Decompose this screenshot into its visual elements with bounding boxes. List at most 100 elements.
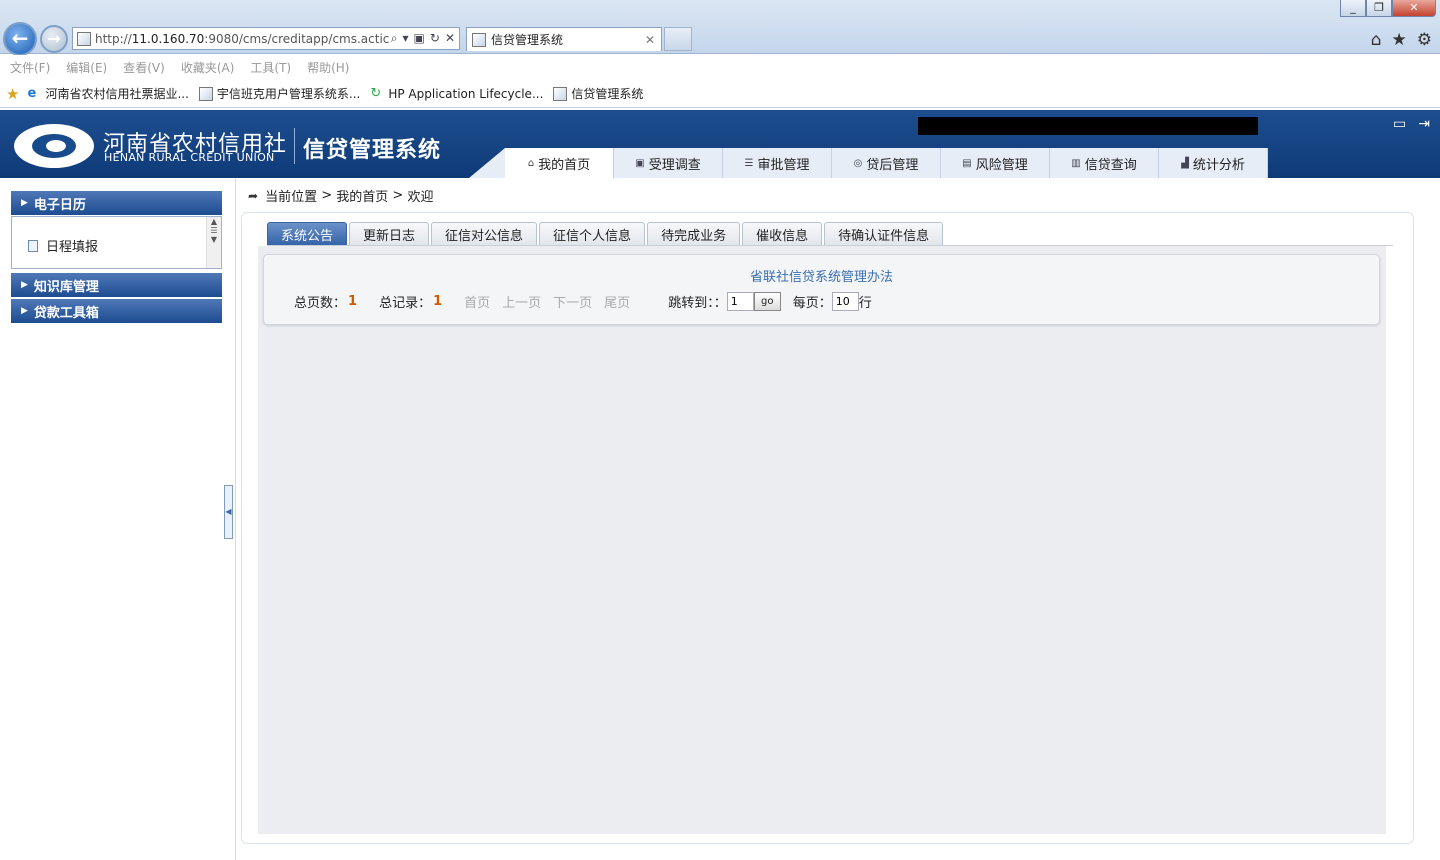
prev-page-link[interactable]: 上一页	[502, 292, 541, 311]
sidebar-section-loan-tools[interactable]: ▶ 贷款工具箱	[11, 299, 222, 323]
tab-content-area	[258, 246, 1386, 834]
document-icon	[28, 239, 38, 252]
nav-approval[interactable]: ☰ 审批管理	[723, 148, 832, 178]
new-tab-button[interactable]	[664, 27, 692, 51]
tab-personal-credit[interactable]: 征信个人信息	[539, 222, 646, 245]
menu-file[interactable]: 文件(F)	[10, 59, 50, 76]
first-page-link[interactable]: 首页	[464, 292, 490, 311]
menu-help[interactable]: 帮助(H)	[307, 59, 349, 76]
redacted-bar	[918, 117, 1258, 135]
app-header: 河南省农村信用社 HENAN RURAL CREDIT UNION 信贷管理系统…	[0, 110, 1440, 178]
page-favicon-icon	[77, 31, 91, 46]
sidebar-section-calendar[interactable]: ▶ 电子日历	[11, 191, 222, 215]
monitor-icon[interactable]: ▭	[1393, 116, 1406, 132]
nav-risk[interactable]: ▤ 风险管理	[941, 148, 1050, 178]
menu-tools[interactable]: 工具(T)	[250, 59, 291, 76]
close-tab-icon[interactable]: ✕	[645, 33, 661, 47]
browser-tab[interactable]: 信贷管理系统 ✕	[466, 27, 662, 51]
favorite-item[interactable]: 宇信班克用户管理系统系...	[198, 85, 360, 102]
expand-triangle-icon: ▶	[21, 306, 28, 316]
home-icon[interactable]: ⌂	[1371, 30, 1382, 50]
nav-statistics[interactable]: ▟ 统计分析	[1159, 148, 1268, 178]
forward-arrow-icon[interactable]: →	[40, 25, 68, 53]
jump-label: 跳转到：：	[668, 296, 727, 311]
nav-credit-query[interactable]: ▥ 信贷查询	[1050, 148, 1159, 178]
menu-favorites[interactable]: 收藏夹(A)	[181, 59, 235, 76]
main-nav: ⌂ 我的首页 ▣ 受理调查 ☰ 审批管理 ◎ 贷后管理 ▤ 风险管理 ▥ 信贷查询 ▟ 统计分…	[469, 148, 1268, 178]
restore-button[interactable]: ❐	[1366, 0, 1392, 17]
favorites-bar: ★ e 河南省农村信用社票据业... 宇信班克用户管理系统系... ↻ HP App…	[0, 80, 1440, 108]
chart-icon: ▟	[1181, 157, 1189, 169]
gear-icon[interactable]: ⚙	[1417, 30, 1432, 50]
collapse-sidebar-handle[interactable]: ◀	[224, 485, 233, 539]
total-records: 1	[433, 294, 443, 309]
tab-collection-info[interactable]: 催收信息	[742, 222, 823, 245]
notice-title-link[interactable]: 省联社信贷系统管理办法	[264, 266, 1379, 285]
sidebar-item-schedule[interactable]: 日程填报	[28, 236, 98, 255]
minimize-button[interactable]: _	[1340, 0, 1366, 17]
logo-divider	[294, 128, 295, 164]
approval-list-icon: ☰	[744, 157, 754, 169]
breadcrumb-current: 欢迎	[407, 190, 434, 205]
notice-box: 省联社信贷系统管理办法 总页数： 1 总记录： 1 首页 上一页 下一页 尾页 跳转…	[263, 254, 1380, 325]
back-arrow-icon[interactable]: ←	[3, 22, 37, 56]
compat-view-icon[interactable]: ▣	[414, 31, 425, 46]
last-page-link[interactable]: 尾页	[604, 292, 630, 311]
stop-icon[interactable]: ✕	[445, 31, 455, 46]
refresh-icon[interactable]: ↻	[430, 31, 440, 46]
tab-pending-business[interactable]: 待完成业务	[647, 222, 741, 245]
nav-home[interactable]: ⌂ 我的首页	[505, 148, 614, 178]
go-button[interactable]: go	[753, 292, 781, 311]
page-icon	[553, 86, 568, 101]
breadcrumb: ➦ 当前位置 > 我的首页 > 欢迎	[248, 186, 434, 205]
logout-icon[interactable]: ⇥	[1418, 116, 1430, 132]
refresh-circle-icon: ↻	[370, 85, 382, 101]
favorites-add-icon[interactable]: ★	[6, 85, 19, 103]
browser-chrome: _ ❐ ✕ ← → http://11.0.160.70:9080/cms/cr…	[0, 0, 1440, 56]
per-page-unit: 行	[858, 296, 872, 311]
window-controls: _ ❐ ✕	[1340, 0, 1436, 17]
search-icon[interactable]: ⌕	[391, 31, 398, 46]
nav-accept-survey[interactable]: ▣ 受理调查	[614, 148, 723, 178]
expand-triangle-icon: ▶	[21, 280, 28, 290]
sidebar-section-knowledge[interactable]: ▶ 知识库管理	[11, 273, 222, 297]
favorite-item[interactable]: e 河南省农村信用社票据业...	[27, 85, 188, 102]
favorite-item[interactable]: 信贷管理系统	[553, 85, 643, 102]
per-page-label: 每页：	[792, 296, 832, 311]
expand-triangle-icon: ▶	[21, 198, 28, 208]
dropdown-icon[interactable]: ▾	[403, 31, 409, 46]
system-name: 信贷管理系统	[303, 138, 442, 163]
tab-title: 信贷管理系统	[491, 33, 564, 47]
tab-pending-certificates[interactable]: 待确认证件信息	[824, 222, 944, 245]
jump-page-input[interactable]	[726, 292, 754, 311]
favorite-item[interactable]: ↻ HP Application Lifecycle...	[370, 85, 543, 101]
address-url[interactable]: http://11.0.160.70:9080/cms/creditapp/cm…	[95, 32, 391, 46]
tab-update-log[interactable]: 更新日志	[349, 222, 430, 245]
tab-corporate-credit[interactable]: 征信对公信息	[431, 222, 538, 245]
close-window-button[interactable]: ✕	[1392, 0, 1436, 17]
menu-edit[interactable]: 编辑(E)	[66, 59, 107, 76]
total-pages: 1	[348, 294, 358, 309]
ie-icon: e	[27, 85, 37, 101]
per-page-input[interactable]	[831, 292, 859, 311]
next-page-link[interactable]: 下一页	[553, 292, 592, 311]
query-icon: ▥	[1071, 157, 1081, 169]
home-icon: ⌂	[527, 157, 535, 169]
nav-post-loan[interactable]: ◎ 贷后管理	[832, 148, 941, 178]
risk-icon: ▤	[962, 157, 972, 169]
content-tabs: 系统公告 更新日志 征信对公信息 征信个人信息 待完成业务 催收信息 待确认证件…	[267, 222, 944, 245]
location-icon: ➦	[248, 188, 259, 203]
menu-bar: 文件(F) 编辑(E) 查看(V) 收藏夹(A) 工具(T) 帮助(H)	[0, 55, 1440, 80]
address-bar[interactable]: http://11.0.160.70:9080/cms/creditapp/cm…	[72, 27, 460, 50]
logo-icon	[14, 124, 94, 168]
sidebar-calendar-panel: 日程填报 ▲ ☰ ▼	[11, 216, 222, 269]
breadcrumb-home[interactable]: 我的首页	[336, 186, 388, 205]
favorites-star-icon[interactable]: ★	[1392, 30, 1407, 50]
sidebar-scrollbar[interactable]: ▲ ☰ ▼	[206, 217, 221, 268]
tab-favicon-icon	[472, 32, 486, 47]
menu-view[interactable]: 查看(V)	[123, 59, 165, 76]
tab-system-notice[interactable]: 系统公告	[267, 222, 348, 245]
database-icon: ◎	[853, 157, 863, 169]
page-icon	[198, 86, 213, 101]
pager: 总页数：1 总记录：1 首页 上一页 下一页 尾页 跳转到：： go 每页： 行	[294, 292, 872, 311]
